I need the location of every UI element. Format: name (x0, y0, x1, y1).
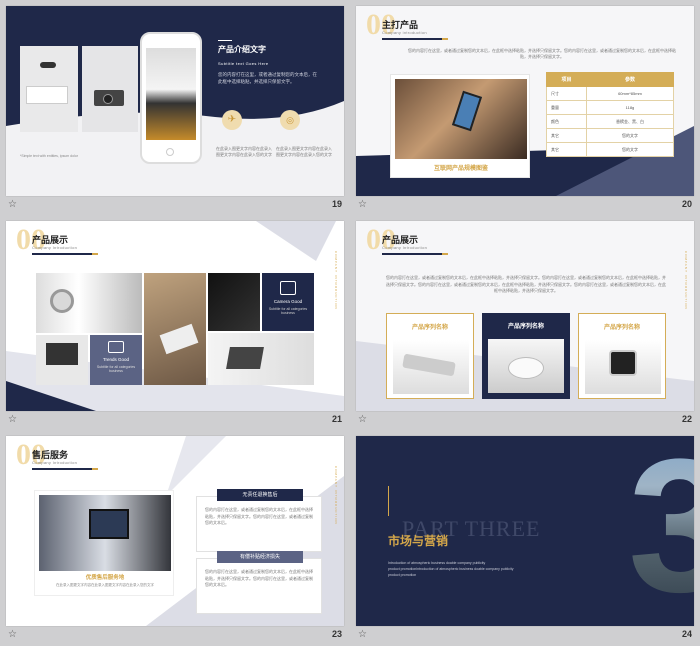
phone-screen (146, 48, 196, 140)
laptop-desk-photo (144, 273, 206, 385)
hands-phone-photo (395, 79, 527, 159)
service-box-1: 无责任退换售后 您的内容打在这里，或者通过复制您的文本后，在此框中选择粘贴，并选… (196, 489, 322, 552)
slide-20-image-card: 互联网产品规模图鉴 (390, 74, 530, 178)
speaker-photo (36, 273, 142, 333)
slide-21[interactable]: 00 产品展示 Company Introduction COMPANY INT… (6, 221, 344, 411)
slide-24-title: 市场与营销 (388, 534, 449, 548)
slide-22[interactable]: 00 产品展示 Company Introduction COMPANY INT… (356, 221, 694, 411)
slide-21-subtitle: Company Introduction (32, 245, 78, 250)
mouse-photo (488, 339, 564, 393)
handshake-icon (108, 341, 124, 353)
product-card-title: 产品序列名称 (411, 325, 448, 331)
camera-icon: ◎ (280, 110, 300, 130)
slide-number: 22 (681, 414, 692, 424)
product-card[interactable]: 产品序列名称 (578, 313, 666, 399)
star-outline-icon[interactable]: ☆ (358, 414, 367, 425)
slide-24-big-digit: 3 (628, 436, 694, 626)
camera-icon (280, 281, 296, 295)
table-row: 颜色 香槟金、黑、白 (546, 114, 675, 129)
slide-number: 24 (681, 629, 692, 639)
slide-19-subtitle: Subtitle text Goes Here (218, 61, 269, 66)
star-outline-icon[interactable]: ☆ (8, 199, 17, 210)
slide-24-footer: ☆ 24 (356, 629, 694, 641)
tile-title: Camera Good (273, 299, 303, 304)
service-box-title: 有偿补贴经济损失 (217, 551, 303, 563)
slide-thumbnail-23[interactable]: 00 售后服务 Company Introduction COMPANY INT… (0, 430, 344, 642)
slide-19-feature-1: 在此录入图更文字内容在此录入图更文字内容在此录入您的文字 (216, 146, 272, 157)
tile-text: Subtitle for all categories business (96, 365, 136, 373)
product-card-title: 产品序列名称 (603, 325, 640, 331)
slide-20-footer: ☆ 20 (356, 199, 694, 211)
laptop-work-photo (208, 333, 314, 385)
slide-22-vertical-text: COMPANY INTRODUCTION (684, 251, 688, 310)
slide-19-body: 您的内容打在这里，或者通过复制您的文本后，在此框中选择粘贴，并选择只保留文字。 (218, 72, 317, 84)
office-photo (39, 495, 171, 571)
slide-22-footer: ☆ 22 (356, 414, 694, 426)
slide-20[interactable]: 00 主打产品 Company introduction 您的内容打在这里，或者… (356, 6, 694, 196)
slide-21-vertical-text: COMPANY INTRODUCTION (334, 251, 338, 310)
slide-23-caption-text: 在此录入图更文字内容在此录入图更文字内容在此录入您的文字 (56, 583, 154, 587)
slide-19-caption: *Simple text with entities, ipsum dolor (20, 154, 78, 158)
tile-text: Subtitle for all categories business (268, 307, 308, 315)
slide-19-title: 产品介绍文字 (218, 45, 266, 54)
usb-device-photo (393, 340, 469, 394)
service-box-text: 您的内容打在这里，或者通过复制您的文本后，在此框中选择粘贴，并选择只保留文字。您… (205, 569, 313, 587)
table-header: 参数 (585, 72, 675, 87)
slide-number: 23 (331, 629, 342, 639)
tile-title: Trends Good (102, 357, 130, 362)
product-card-title: 产品序列名称 (507, 324, 544, 330)
slide-22-subtitle: Company Introduction (382, 245, 428, 250)
table-header: 项目 (546, 72, 587, 87)
slide-thumbnail-20[interactable]: 00 主打产品 Company introduction 您的内容打在这里，或者… (350, 0, 694, 212)
product-card[interactable]: 产品序列名称 (386, 313, 474, 399)
trends-good-tile: Trends Good Subtitle for all categories … (90, 335, 142, 385)
slide-24[interactable]: 3 PART THREE 市场与营销 Introduction of atmos… (356, 436, 694, 626)
table-row: 尺寸 60mm*85mm (546, 86, 675, 101)
slide-sorter-grid: 产品介绍文字 Subtitle text Goes Here 您的内容打在这里，… (0, 0, 700, 646)
service-box-2: 有偿补贴经济损失 您的内容打在这里，或者通过复制您的文本后，在此框中选择粘贴，并… (196, 551, 322, 614)
slide-thumbnail-19[interactable]: 产品介绍文字 Subtitle text Goes Here 您的内容打在这里，… (0, 0, 344, 212)
star-outline-icon[interactable]: ☆ (358, 199, 367, 210)
slide-thumbnail-21[interactable]: 00 产品展示 Company Introduction COMPANY INT… (0, 215, 344, 427)
table-row: 其它 您的文字 (546, 128, 675, 143)
slide-24-subtext: Introduction of atmospheric business doa… (388, 561, 514, 577)
slide-23-vertical-text: COMPANY INTRODUCTION (334, 466, 338, 525)
slide-23-subtitle: Company Introduction (32, 460, 78, 465)
star-outline-icon[interactable]: ☆ (358, 629, 367, 640)
service-box-text: 您的内容打在这里，或者通过复制您的文本后，在此框中选择粘贴，并选择只保留文字。您… (205, 507, 313, 525)
star-outline-icon[interactable]: ☆ (8, 629, 17, 640)
slide-21-footer: ☆ 21 (6, 414, 344, 426)
dark-photo (208, 273, 260, 331)
slide-19[interactable]: 产品介绍文字 Subtitle text Goes Here 您的内容打在这里，… (6, 6, 344, 196)
slide-20-subtitle: Company introduction (382, 30, 427, 35)
spec-table: 项目 参数 尺寸 60mm*85mm 重量 118g 颜色 香槟金、黑、白 其它 您的文字… (546, 72, 675, 157)
slide-thumbnail-22[interactable]: 00 产品展示 Company Introduction COMPANY INT… (350, 215, 694, 427)
slide-23[interactable]: 00 售后服务 Company Introduction COMPANY INT… (6, 436, 344, 626)
smartwatch-photo (585, 340, 661, 394)
keyboard-photo (20, 46, 78, 132)
slide-23-footer: ☆ 23 (6, 629, 344, 641)
table-row: 重量 118g (546, 100, 675, 115)
slide-number: 19 (331, 199, 342, 209)
slide-number: 20 (681, 199, 692, 209)
slide-20-img-caption: 互联网产品规模图鉴 (433, 166, 488, 172)
product-card[interactable]: 产品序列名称 (482, 313, 570, 399)
slide-19-feature-2: 在此录入图更文字内容在此录入图更文字内容在此录入您的文字 (276, 146, 332, 157)
slide-thumbnail-24[interactable]: 3 PART THREE 市场与营销 Introduction of atmos… (350, 430, 694, 642)
pin-icon: ✈ (222, 110, 242, 130)
slide-number: 21 (331, 414, 342, 424)
star-outline-icon[interactable]: ☆ (8, 414, 17, 425)
slide-23-image-card: 优质售后服务地 在此录入图更文字内容在此录入图更文字内容在此录入您的文字 (34, 490, 174, 596)
slide-20-body: 您的内容打在这里，或者通过复制您的文本后，在此框中选择粘贴，并选择只保留文字。您… (408, 48, 676, 59)
camera-photo (82, 46, 138, 132)
slide-23-caption-title: 优质售后服务地 (85, 575, 125, 581)
imac-photo (36, 335, 88, 385)
table-row: 其它 您的文字 (546, 142, 675, 157)
slide-19-footer: ☆ 19 (6, 199, 344, 211)
camera-good-tile: Camera Good Subtitle for all categories … (262, 273, 314, 331)
slide-22-body: 您的内容打在这里，或者通过复制您的文本后，在此框中选择粘贴，并选择只保留文字。您… (386, 275, 666, 293)
phone-mockup (140, 32, 202, 164)
service-box-title: 无责任退换售后 (217, 489, 303, 501)
